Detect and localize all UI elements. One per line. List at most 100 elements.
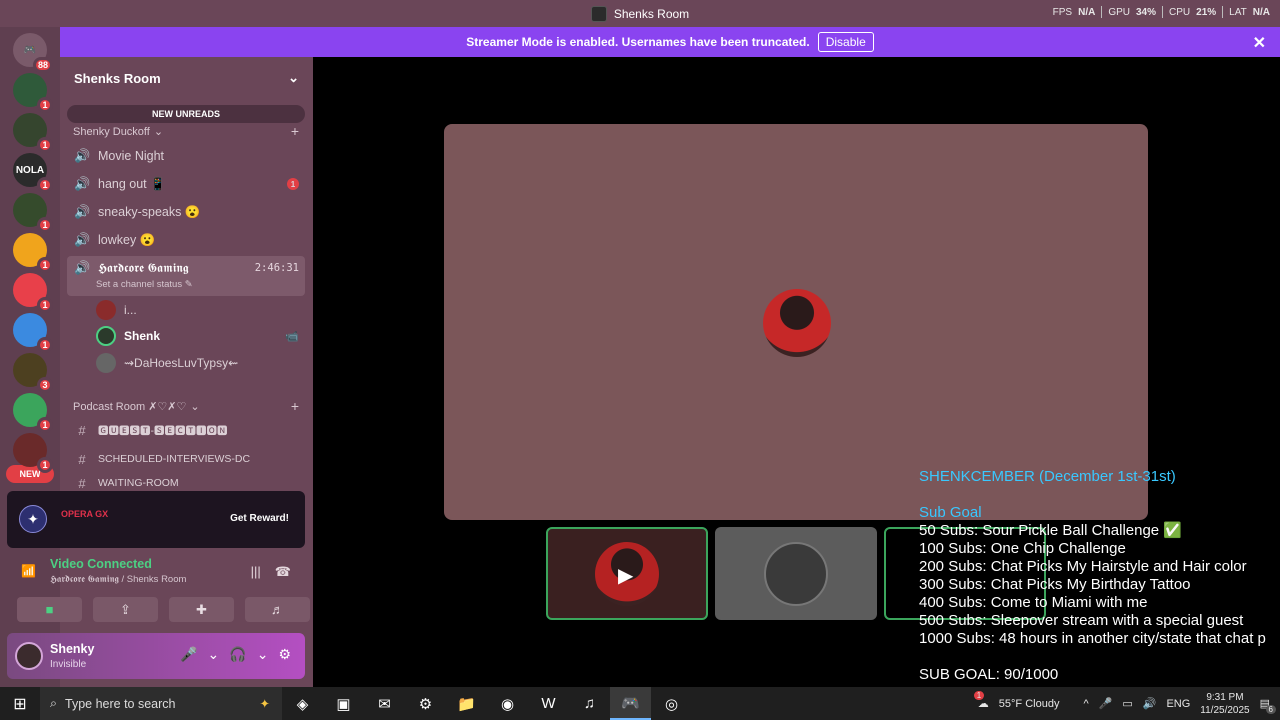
cpu-value: 21% [1196,6,1217,18]
home-badge: 88 [32,57,53,73]
soundboard-button[interactable]: ♬ [245,597,310,622]
microphone-icon[interactable]: 🎤 [180,646,197,663]
speaker-icon: 🔊 [74,260,91,275]
server-name: Shenks Room [74,70,161,86]
disconnect-icon[interactable]: ☎ [275,564,291,580]
voice-channel-hang-out[interactable]: 🔊 hang out 📱 1 [74,173,299,195]
server-icon[interactable]: 3 [13,353,53,393]
voice-channel-lowkey[interactable]: 🔊 lowkey 😮 [74,229,155,251]
user-panel: Shenky Invisible 🎤 ⌄ 🎧 ⌄ ⚙ [7,633,305,679]
overlay-goal: 100 Subs: One Chip Challenge [919,540,1126,557]
video-tile[interactable]: ▶ [546,527,708,620]
voice-channel-movie-night[interactable]: 🔊 Movie Night [74,145,164,167]
chevron-down-icon: ⌄ [153,126,164,138]
server-icon[interactable]: 1 [13,313,53,353]
weather-text[interactable]: 55°F Cloudy [999,698,1060,710]
voice-channel-sneaky-speaks[interactable]: 🔊 sneaky-speaks 😮 [74,201,200,223]
server-badge: 1 [37,137,53,153]
nitro-icon: ✦ [19,505,47,533]
channel-label: 🅶🆄🅴🆂🆃-🆂🅴🅲🆃🅸🅾🅽 [98,424,228,437]
server-badge: 1 [37,177,53,193]
channel-label: sneaky-speaks 😮 [98,204,201,219]
chevron-down-icon[interactable]: ⌄ [208,646,220,663]
notifications-icon[interactable]: ▤ 6 [1260,697,1276,714]
steam-icon[interactable]: ⚙ [405,687,446,720]
channel-label: hang out 📱 [98,176,166,191]
get-reward-button[interactable]: Get Reward! [230,513,289,524]
user-name[interactable]: Shenky [50,642,94,656]
language-indicator[interactable]: ENG [1166,698,1190,710]
edge-icon[interactable]: ◉ [487,687,528,720]
clock-time: 9:31 PM [1206,691,1244,703]
overlay-goal-header: Sub Goal [919,504,982,521]
add-channel-icon[interactable]: + [291,123,299,139]
home-button[interactable]: 🎮 88 [13,33,53,73]
server-icon[interactable]: 1 [13,73,53,113]
text-channel[interactable]: # waiting-room [74,477,178,489]
channel-status[interactable]: Set a channel status ✎ [96,279,193,290]
server-badge: 1 [37,217,53,233]
windows-start-icon[interactable]: ⊞ [0,687,40,720]
chevron-down-icon[interactable]: ⌄ [257,646,269,663]
close-icon[interactable]: ✕ [1253,33,1266,53]
speaker-icon: 🔊 [74,204,91,219]
fps-value: N/A [1078,6,1096,18]
headphones-icon[interactable]: 🎧 [229,646,246,663]
new-unreads-pill[interactable]: NEW UNREADS [67,105,305,123]
call-timer: 2:46:31 [254,262,299,274]
discord-taskbar-icon[interactable]: 🎮 [610,687,651,720]
voice-location[interactable]: 𝕳𝖆𝖗𝖉𝖈𝖔𝖗𝖊 𝕲𝖆𝖒𝖎𝖓𝖌 / Shenks Room [50,574,186,585]
promo-banner[interactable]: ✦ OPERA GX Get Reward! [7,491,305,548]
network-icon[interactable]: ▭ [1122,697,1132,710]
text-channel[interactable]: # 🅶🆄🅴🆂🆃-🆂🅴🅲🆃🅸🅾🅽 [74,419,228,441]
server-icon[interactable]: 1 [13,233,53,273]
copilot-icon[interactable]: ◈ [282,687,323,720]
outlook-icon[interactable]: ✉ [364,687,405,720]
voice-user[interactable]: ⇝DaHoesLuvTypsy⇜ [96,353,238,373]
server-icon[interactable]: 1 [13,393,53,433]
wps-icon[interactable]: W [528,687,569,720]
video-tile[interactable] [715,527,877,620]
server-header[interactable]: Shenks Room ⌄ [60,57,313,99]
cpu-label: CPU [1169,6,1191,18]
server-icon[interactable]: NOLA 1 [13,153,53,193]
store-icon[interactable]: ▣ [323,687,364,720]
camera-button[interactable]: ■ [17,597,82,622]
screen-share-button[interactable]: ⇪ [93,597,158,622]
noise-suppression-icon[interactable]: ||| [251,564,261,580]
category-header[interactable]: Podcast Room ✗♡✗♡ ⌄ [73,400,200,413]
taskbar-search[interactable]: ⌕ Type here to search ✦ [40,687,282,720]
avatar [96,300,116,320]
voice-connection-panel: 📶 Video Connected 𝕳𝖆𝖗𝖉𝖈𝖔𝖗𝖊 𝕲𝖆𝖒𝖎𝖓𝖌 / Shen… [7,550,310,630]
category-header[interactable]: Shenky Duckoff ⌄ [73,125,164,139]
video-camera-icon: ▶ [618,565,634,587]
gear-icon[interactable]: ⚙ [278,646,291,663]
server-icon[interactable]: 1 [13,433,53,473]
obs-icon[interactable]: ◎ [651,687,692,720]
overlay-goal: 500 Subs: Sleepover stream with a specia… [919,612,1244,629]
chevron-up-icon[interactable]: ^ [1083,698,1088,710]
voice-status[interactable]: Video Connected [50,557,152,571]
server-icon[interactable]: 1 [13,273,53,313]
overlay-goal: 400 Subs: Come to Miami with me [919,594,1148,611]
server-icon[interactable]: 1 [13,193,53,233]
microphone-icon[interactable]: 🎤 [1099,697,1113,710]
text-channel[interactable]: # scheduled-interviews-dc [74,448,250,470]
weather-icon[interactable]: ☁ 1 [973,691,989,710]
voice-user[interactable]: Shenk 📹 [96,326,299,346]
voice-user[interactable]: i... [96,300,137,320]
activities-button[interactable]: ✚ [169,597,234,622]
signal-icon[interactable]: 📶 [21,564,36,578]
disable-button[interactable]: Disable [817,32,874,52]
spotify-icon[interactable]: ♫ [569,687,610,720]
voice-channel-hardcore-gaming[interactable]: 🔊 𝕳𝖆𝖗𝖉𝖈𝖔𝖗𝖊 𝕲𝖆𝖒𝖎𝖓𝖌 2:46:31 [74,257,299,279]
avatar[interactable] [15,642,43,670]
server-icon[interactable]: 1 [13,113,53,153]
channel-status-label: Set a channel status [96,279,183,290]
channel-label: 𝕳𝖆𝖗𝖉𝖈𝖔𝖗𝖊 𝕲𝖆𝖒𝖎𝖓𝖌 [98,260,189,275]
clock[interactable]: 9:31 PM 11/25/2025 [1200,691,1249,717]
add-channel-icon[interactable]: + [291,398,299,414]
channel-label: scheduled-interviews-dc [98,453,251,465]
volume-icon[interactable]: 🔊 [1143,697,1157,710]
file-explorer-icon[interactable]: 📁 [446,687,487,720]
